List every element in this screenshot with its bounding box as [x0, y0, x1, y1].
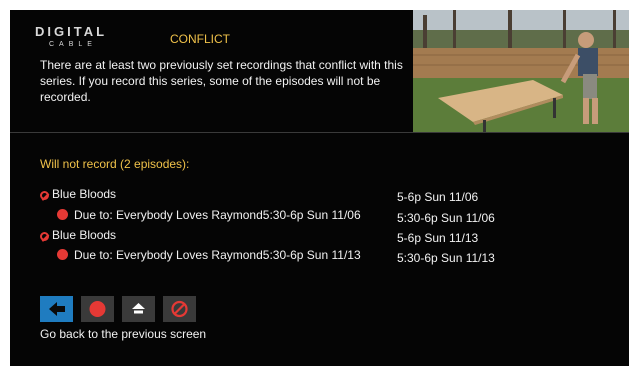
eject-icon [132, 303, 145, 314]
record-dot-icon [57, 209, 68, 220]
logo-sub-text: CABLE [49, 41, 97, 48]
record-icon [89, 301, 106, 317]
due-to-text: Due to: Everybody Loves Raymond5:30-6p S… [74, 208, 361, 222]
back-button[interactable] [40, 296, 73, 322]
show-title: Blue Bloods [52, 228, 117, 242]
logo-main-text: DIGITAL [35, 24, 108, 39]
conflict-row-due-2: Due to: Everybody Loves Raymond5:30-6p S… [57, 248, 361, 262]
prohibited-icon [40, 232, 49, 241]
record-button[interactable] [81, 296, 114, 322]
prohibited-icon [40, 191, 49, 200]
record-dot-icon [57, 249, 68, 260]
conflict-message: There are at least two previously set re… [40, 58, 403, 104]
cancel-icon [171, 300, 188, 318]
will-not-record-heading: Will not record (2 episodes): [40, 157, 190, 171]
due-time: 5:30-6p Sun 11/13 [397, 251, 495, 265]
eject-button[interactable] [122, 296, 155, 322]
back-arrow-icon [49, 302, 65, 316]
digital-cable-logo: DIGITAL CABLE [35, 25, 135, 49]
conflict-row-show-1: Blue Bloods [40, 187, 116, 201]
show-time: 5-6p Sun 11/06 [397, 190, 479, 204]
cancel-button[interactable] [163, 296, 196, 322]
button-help-text: Go back to the previous screen [40, 327, 207, 341]
due-to-text: Due to: Everybody Loves Raymond5:30-6p S… [74, 248, 361, 262]
page-title: CONFLICT [170, 32, 230, 46]
conflict-row-due-1: Due to: Everybody Loves Raymond5:30-6p S… [57, 208, 361, 222]
show-time: 5-6p Sun 11/13 [397, 231, 479, 245]
conflict-screen: DIGITAL CABLE CONFLICT There are at leas… [10, 10, 629, 366]
header-divider [10, 132, 629, 133]
live-video-preview [413, 10, 629, 132]
conflict-row-show-2: Blue Bloods [40, 228, 116, 242]
due-time: 5:30-6p Sun 11/06 [397, 211, 495, 225]
video-thumbnail [413, 10, 629, 132]
show-title: Blue Bloods [52, 187, 117, 201]
